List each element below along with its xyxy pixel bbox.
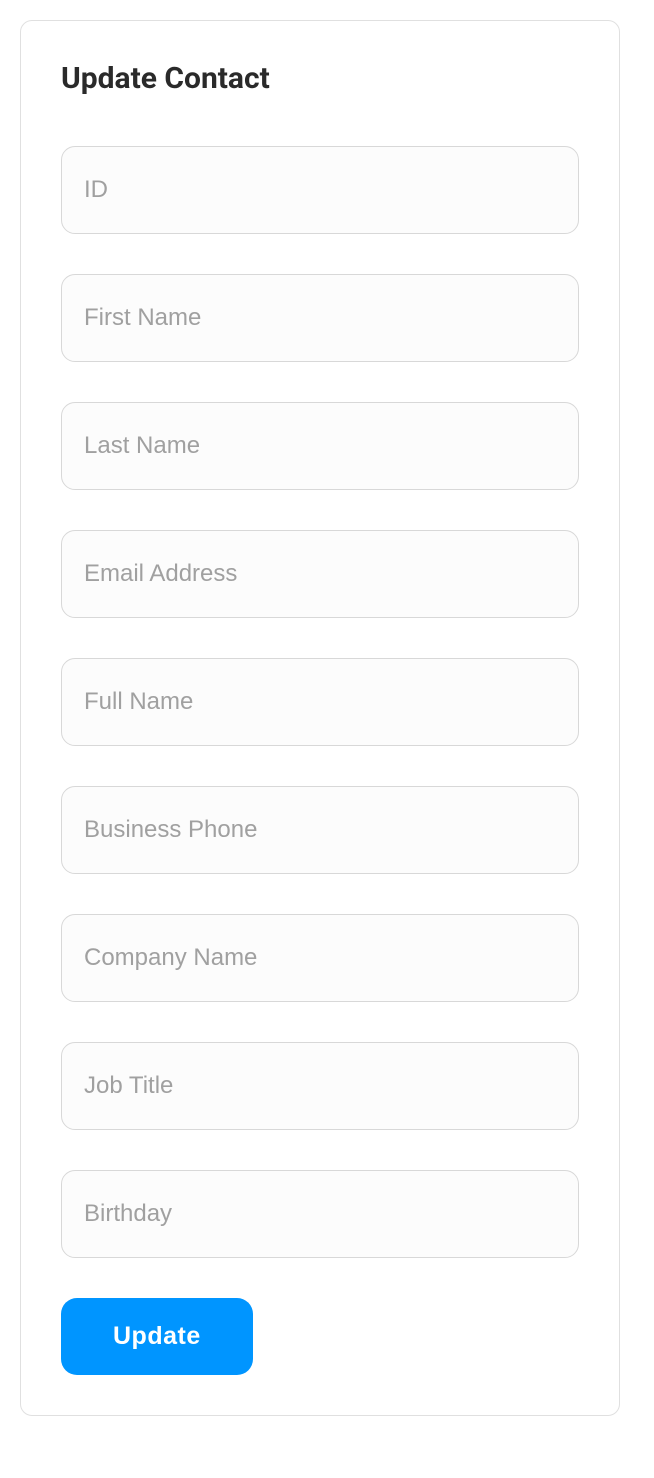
last-name-input[interactable]: [61, 402, 579, 490]
id-input[interactable]: [61, 146, 579, 234]
job-title-input[interactable]: [61, 1042, 579, 1130]
business-phone-input[interactable]: [61, 786, 579, 874]
form-group-company-name: [61, 914, 579, 1002]
form-group-email: [61, 530, 579, 618]
form-group-first-name: [61, 274, 579, 362]
form-group-full-name: [61, 658, 579, 746]
form-group-birthday: [61, 1170, 579, 1258]
update-button[interactable]: Update: [61, 1298, 253, 1375]
full-name-input[interactable]: [61, 658, 579, 746]
form-group-last-name: [61, 402, 579, 490]
form-group-job-title: [61, 1042, 579, 1130]
form-group-business-phone: [61, 786, 579, 874]
update-contact-card: Update Contact Update: [20, 20, 620, 1416]
email-input[interactable]: [61, 530, 579, 618]
first-name-input[interactable]: [61, 274, 579, 362]
form-group-id: [61, 146, 579, 234]
birthday-input[interactable]: [61, 1170, 579, 1258]
company-name-input[interactable]: [61, 914, 579, 1002]
form-title: Update Contact: [61, 61, 579, 96]
